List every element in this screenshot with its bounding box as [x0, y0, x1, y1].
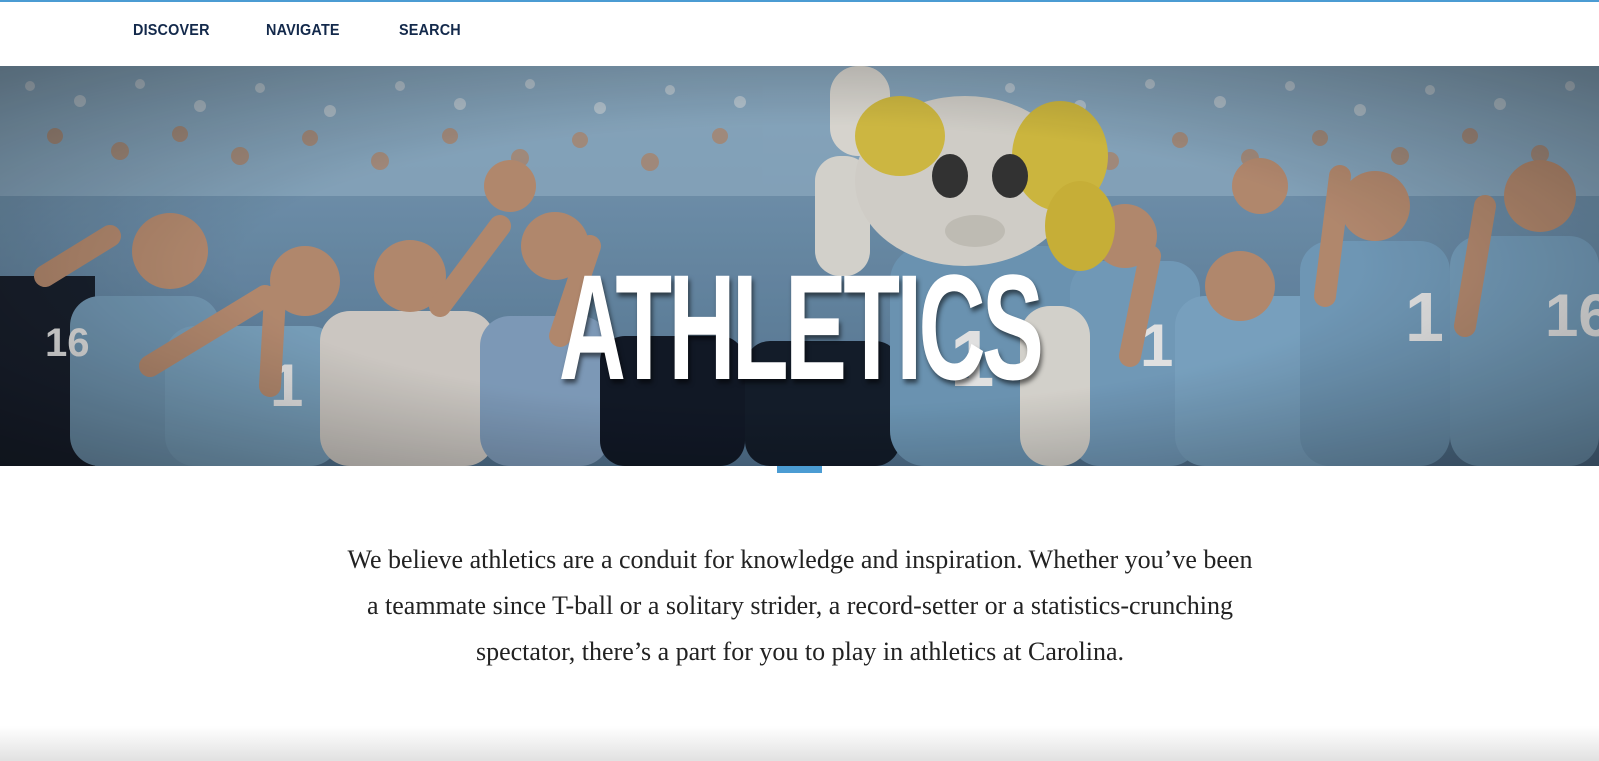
- hero-slide-indicator[interactable]: [777, 466, 822, 473]
- nav-discover[interactable]: DISCOVER: [133, 2, 210, 60]
- nav-navigate[interactable]: NAVIGATE: [266, 2, 340, 60]
- hero-banner: 1 1 1 1 16 16: [0, 66, 1599, 466]
- intro-paragraph: We believe athletics are a conduit for k…: [347, 545, 1253, 666]
- main-navigation: DISCOVER NAVIGATE SEARCH: [0, 2, 1599, 66]
- bottom-fade: [0, 726, 1599, 761]
- hero-title: ATHLETICS: [558, 243, 1044, 411]
- nav-search[interactable]: SEARCH: [399, 2, 461, 60]
